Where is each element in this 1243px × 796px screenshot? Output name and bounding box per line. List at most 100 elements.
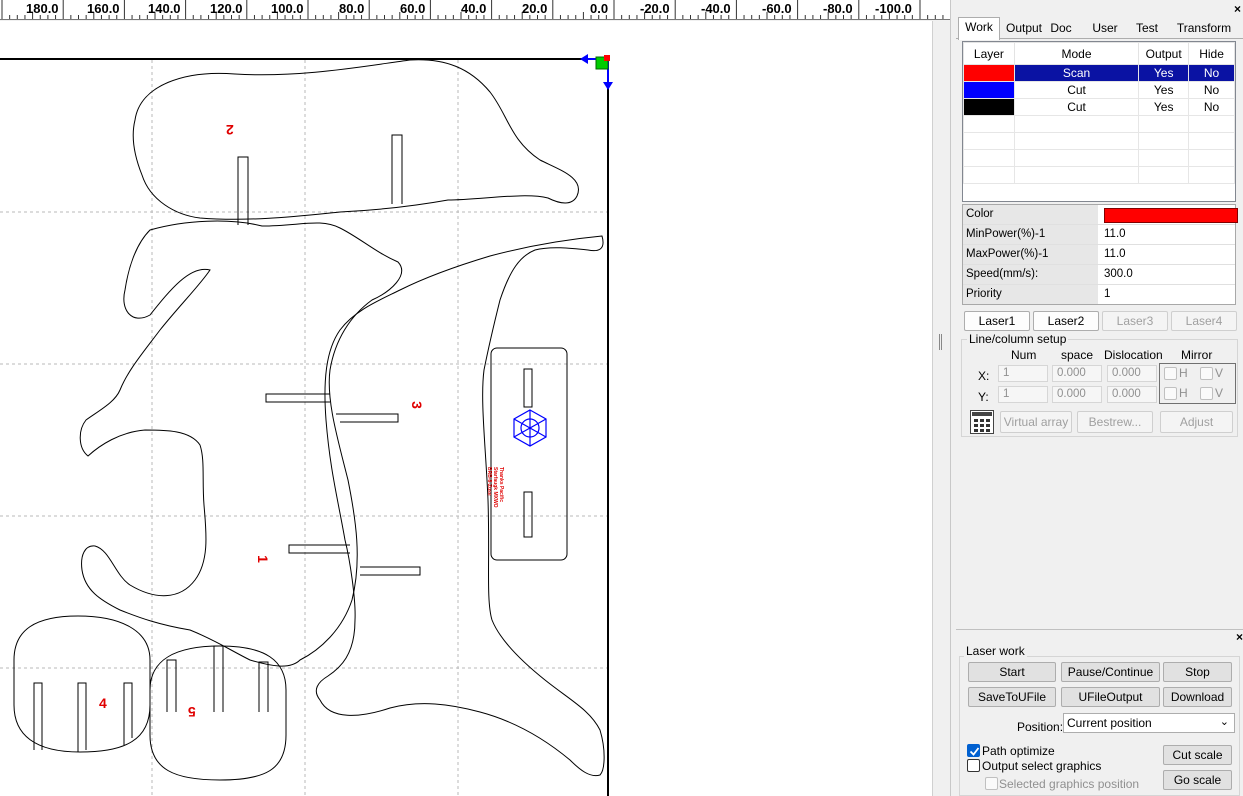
go-scale-button[interactable]: Go scale (1163, 770, 1232, 790)
prop-label: MaxPower(%)-1 (963, 245, 1098, 264)
mirror-x-h-checkbox[interactable] (1164, 367, 1177, 380)
y-disl-input[interactable]: 0.000 (1107, 386, 1157, 403)
bestrew-button[interactable]: Bestrew... (1077, 411, 1153, 433)
splitter-grip[interactable] (939, 334, 942, 350)
tab-output[interactable]: Output (1002, 19, 1046, 39)
part-label-4: 4 (99, 695, 107, 711)
layer-row-empty (963, 132, 1235, 150)
stop-button[interactable]: Stop (1163, 662, 1232, 682)
y-space-input[interactable]: 0.000 (1052, 386, 1102, 403)
ruler-label: 140.0 (148, 1, 181, 16)
part-5-slot-2 (213, 645, 224, 712)
tab-test[interactable]: Test (1130, 19, 1164, 39)
x-disl-input[interactable]: 0.000 (1107, 365, 1157, 382)
ruler-label: 0.0 (590, 1, 609, 16)
ruler-label: -40.0 (701, 1, 731, 16)
part-4-slot-2 (77, 682, 87, 752)
layer-output[interactable]: Yes (1138, 64, 1190, 82)
dislocation-label: Dislocation (1104, 348, 1163, 362)
maxpower-input[interactable]: 11.0 (1101, 245, 1235, 264)
tab-transform[interactable]: Transform (1172, 19, 1236, 39)
col-layer: Layer (963, 42, 1015, 65)
array-grid-icon[interactable] (970, 410, 994, 434)
virtual-array-button[interactable]: Virtual array (1000, 411, 1072, 433)
layer-row[interactable]: Cut Yes No (963, 98, 1235, 116)
laser1-button[interactable]: Laser1 (964, 311, 1030, 331)
layer-output[interactable]: Yes (1138, 81, 1190, 99)
part-2-outline (132, 59, 579, 220)
logo-emblem (513, 409, 547, 447)
download-button[interactable]: Download (1163, 687, 1232, 707)
color-swatch[interactable] (1104, 208, 1238, 223)
logo-text-line: Starfaugk MXWO (492, 467, 498, 508)
pause-continue-button[interactable]: Pause/Continue (1061, 662, 1160, 682)
position-label: Position: (1017, 720, 1064, 734)
layer-properties: Color MinPower(%)-1 11.0 MaxPower(%)-1 1… (962, 204, 1238, 305)
path-optimize-checkbox[interactable] (967, 744, 980, 757)
priority-input[interactable]: 1 (1101, 285, 1235, 304)
prop-minpower-row: MinPower(%)-1 11.0 (963, 225, 1235, 245)
prop-color-value[interactable] (1101, 205, 1238, 224)
ruler-label: 20.0 (522, 1, 548, 16)
tab-doc[interactable]: Doc (1046, 19, 1076, 39)
design-canvas[interactable]: 2 3 1 4 5 Thanks Pacific Starfaugk MXWO … (0, 21, 932, 796)
x-label: X: (978, 369, 990, 383)
part-2-slot-left (237, 156, 249, 225)
layer-row[interactable]: Scan Yes No (963, 64, 1235, 82)
layer-row-empty (963, 149, 1235, 167)
cut-scale-button[interactable]: Cut scale (1163, 745, 1232, 765)
prop-label: Priority (963, 285, 1098, 304)
layer-mode[interactable]: Cut (1013, 98, 1140, 116)
output-select-label: Output select graphics (982, 759, 1102, 773)
ruler-label: 80.0 (339, 1, 365, 16)
tag-plate (490, 347, 568, 561)
col-hide: Hide (1188, 42, 1235, 65)
ruler-label: -60.0 (762, 1, 792, 16)
canvas-vertical-scrollbar[interactable] (932, 21, 950, 796)
col-mode: Mode (1013, 42, 1140, 65)
position-select[interactable]: Current position ⌄ (1063, 713, 1235, 733)
x-num-input[interactable]: 1 (998, 365, 1048, 382)
laser2-button[interactable]: Laser2 (1033, 311, 1099, 331)
layer-color-swatch (963, 98, 1015, 116)
mirror-x-v-checkbox[interactable] (1200, 367, 1213, 380)
horizontal-ruler: 180.0 160.0 140.0 120.0 100.0 80.0 60.0 … (0, 0, 950, 20)
speed-input[interactable]: 300.0 (1101, 265, 1235, 284)
col-output: Output (1138, 42, 1190, 65)
layer-hide[interactable]: No (1188, 81, 1235, 99)
laser-work-divider (956, 629, 1243, 639)
position-select-value: Current position (1067, 716, 1152, 730)
x-space-input[interactable]: 0.000 (1052, 365, 1102, 382)
check-icon (969, 747, 980, 756)
v-label: V (1215, 366, 1224, 380)
right-panel: × Work Output Doc User Test Transform La… (956, 0, 1243, 796)
y-num-input[interactable]: 1 (998, 386, 1048, 403)
part-5-slot-3 (258, 661, 269, 712)
close-icon[interactable]: × (1236, 630, 1243, 644)
minpower-input[interactable]: 11.0 (1101, 225, 1235, 244)
save-to-ufile-button[interactable]: SaveToUFile (968, 687, 1056, 707)
selected-position-checkbox[interactable] (985, 777, 998, 790)
adjust-button[interactable]: Adjust (1160, 411, 1233, 433)
layer-row[interactable]: Cut Yes No (963, 81, 1235, 99)
mirror-y-v-checkbox[interactable] (1200, 387, 1213, 400)
tag-slot-top (523, 368, 533, 408)
space-label: space (1061, 348, 1094, 362)
origin-marker (580, 54, 613, 90)
layer-mode[interactable]: Cut (1013, 81, 1140, 99)
start-button[interactable]: Start (968, 662, 1056, 682)
layer-hide[interactable]: No (1188, 64, 1235, 82)
close-icon[interactable]: × (1234, 2, 1241, 16)
output-select-checkbox[interactable] (967, 759, 980, 772)
tab-work[interactable]: Work (958, 17, 1000, 40)
layer-mode[interactable]: Scan (1013, 64, 1140, 82)
laser4-button[interactable]: Laser4 (1171, 311, 1237, 331)
laser3-button[interactable]: Laser3 (1102, 311, 1168, 331)
layer-hide[interactable]: No (1188, 98, 1235, 116)
layer-output[interactable]: Yes (1138, 98, 1190, 116)
ruler-label: 40.0 (461, 1, 487, 16)
ufile-output-button[interactable]: UFileOutput (1061, 687, 1160, 707)
ruler-label: 60.0 (400, 1, 426, 16)
tab-user[interactable]: User (1086, 19, 1124, 39)
mirror-y-h-checkbox[interactable] (1164, 387, 1177, 400)
